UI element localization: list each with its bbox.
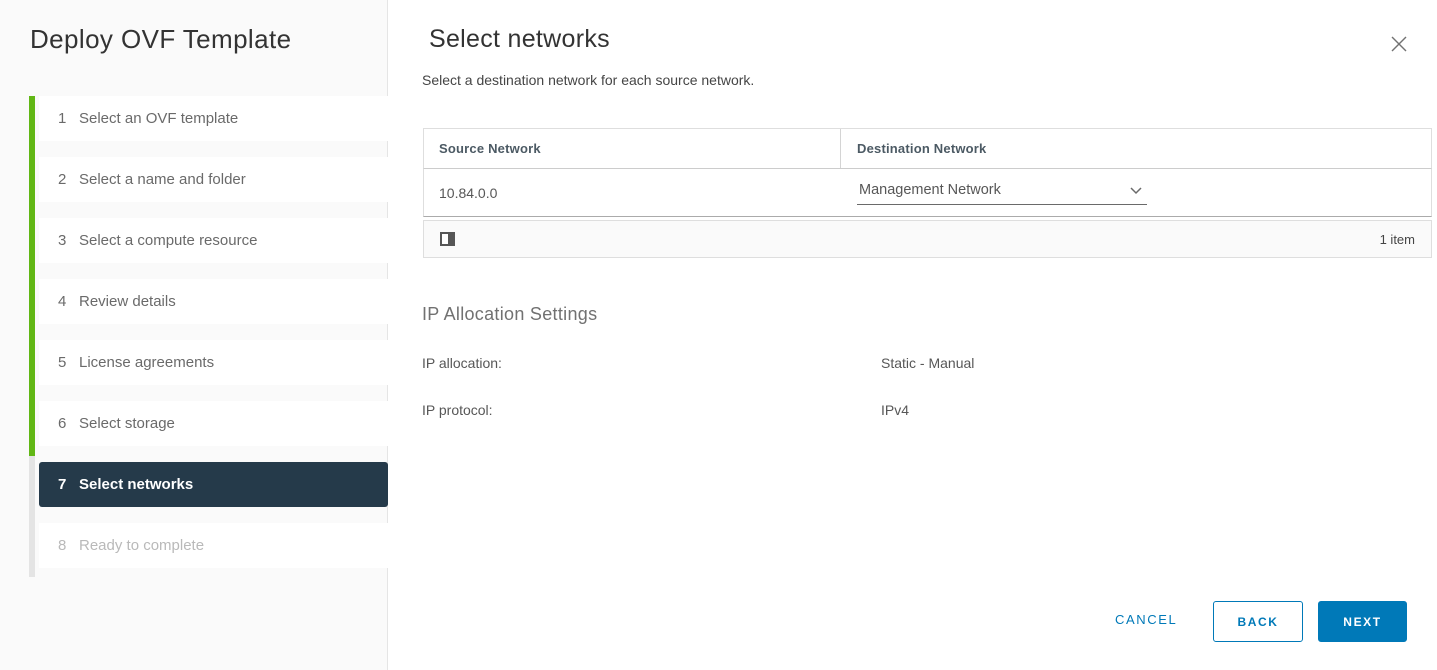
step-select-networks-active[interactable]: 7 Select networks — [39, 462, 388, 507]
network-mapping-table: Source Network Destination Network 10.84… — [423, 128, 1432, 258]
step-label: Ready to complete — [79, 537, 204, 554]
step-ready-to-complete: 8 Ready to complete — [39, 523, 388, 568]
wizard-sidebar: Deploy OVF Template 1 Select an OVF temp… — [0, 0, 388, 670]
step-number: 1 — [58, 110, 79, 127]
step-select-compute-resource[interactable]: 3 Select a compute resource — [39, 218, 388, 263]
source-network-cell: 10.84.0.0 — [424, 185, 840, 201]
chevron-down-icon — [1129, 186, 1143, 195]
dialog-title: Deploy OVF Template — [30, 24, 291, 55]
table-footer: 1 item — [423, 220, 1432, 258]
page-subtitle: Select a destination network for each so… — [422, 72, 754, 88]
ip-allocation-label: IP allocation: — [422, 355, 502, 371]
wizard-steps: 1 Select an OVF template 2 Select a name… — [39, 96, 388, 584]
source-network-column-header: Source Network — [424, 129, 840, 168]
progress-rail-completed — [29, 96, 35, 456]
step-select-storage[interactable]: 6 Select storage — [39, 401, 388, 446]
step-label: Select a compute resource — [79, 232, 257, 249]
close-icon[interactable] — [1390, 35, 1408, 53]
step-number: 6 — [58, 415, 79, 432]
column-header-label: Source Network — [439, 141, 541, 156]
destination-network-select[interactable]: Management Network — [857, 180, 1147, 205]
step-label: Select storage — [79, 415, 175, 432]
back-button[interactable]: BACK — [1213, 601, 1303, 642]
step-number: 8 — [58, 537, 79, 554]
step-number: 5 — [58, 354, 79, 371]
selected-network-value: Management Network — [859, 182, 1001, 198]
column-header-label: Destination Network — [857, 141, 986, 156]
progress-rail-remaining — [29, 456, 35, 577]
step-license-agreements[interactable]: 5 License agreements — [39, 340, 388, 385]
step-number: 4 — [58, 293, 79, 310]
step-label: Select a name and folder — [79, 171, 246, 188]
table-row: 10.84.0.0 Management Network — [423, 169, 1432, 217]
ip-protocol-label: IP protocol: — [422, 402, 493, 418]
step-select-ovf-template[interactable]: 1 Select an OVF template — [39, 96, 388, 141]
destination-network-cell: Management Network — [840, 180, 1431, 205]
step-number: 2 — [58, 171, 79, 188]
step-select-name-folder[interactable]: 2 Select a name and folder — [39, 157, 388, 202]
step-number: 7 — [58, 476, 79, 493]
ip-allocation-settings-heading: IP Allocation Settings — [422, 304, 597, 325]
deploy-ovf-dialog: Deploy OVF Template 1 Select an OVF temp… — [0, 0, 1437, 670]
step-review-details[interactable]: 4 Review details — [39, 279, 388, 324]
cancel-button[interactable]: CANCEL — [1115, 612, 1177, 627]
destination-network-column-header: Destination Network — [840, 129, 1431, 168]
step-label: License agreements — [79, 354, 214, 371]
next-button[interactable]: NEXT — [1318, 601, 1407, 642]
column-toggle-icon[interactable] — [440, 232, 455, 246]
step-number: 3 — [58, 232, 79, 249]
page-title: Select networks — [429, 25, 610, 54]
step-label: Review details — [79, 293, 176, 310]
ip-protocol-value: IPv4 — [881, 402, 909, 418]
step-label: Select networks — [79, 476, 193, 493]
ip-allocation-value: Static - Manual — [881, 355, 974, 371]
table-header-row: Source Network Destination Network — [423, 128, 1432, 169]
step-label: Select an OVF template — [79, 110, 238, 127]
item-count: 1 item — [1380, 232, 1415, 247]
